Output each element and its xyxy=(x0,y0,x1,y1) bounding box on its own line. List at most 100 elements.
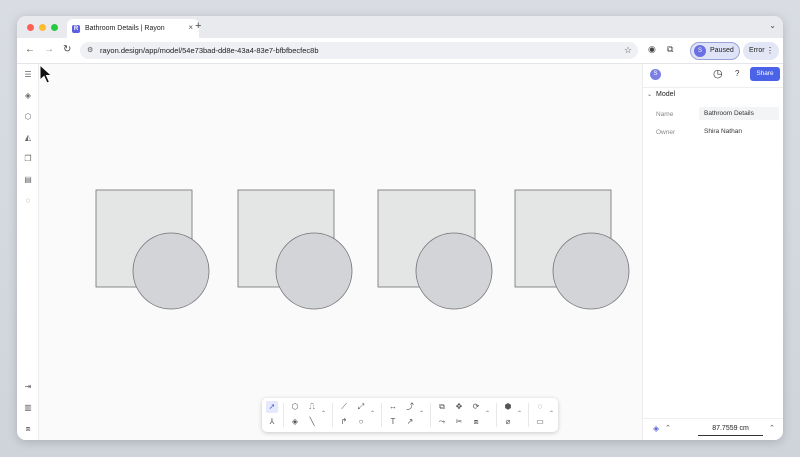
profile-status-label: Paused xyxy=(710,47,734,54)
cut-tool-icon[interactable]: ✂ xyxy=(453,416,465,428)
comment-icon[interactable]: ◌ xyxy=(22,195,34,207)
browser-window: R Bathroom Details | Rayon × + ⌄ ← → ↻ ⚙… xyxy=(17,16,783,440)
panel-divider xyxy=(643,87,783,88)
box-tool-icon[interactable]: ⬡ xyxy=(289,401,301,413)
mouse-cursor-icon xyxy=(39,64,53,84)
toolbar-divider xyxy=(283,403,284,427)
error-label: Error xyxy=(749,47,765,54)
chevron-down-icon: ⌄ xyxy=(647,92,653,98)
shape-group-1[interactable] xyxy=(95,189,210,310)
circle-shape[interactable] xyxy=(552,232,630,310)
toolbar-divider xyxy=(496,403,497,427)
scale-value[interactable]: 87.7559 cm xyxy=(698,422,763,436)
user-avatar[interactable]: S xyxy=(650,69,661,80)
library-icon[interactable]: ▥ xyxy=(22,402,34,414)
more-tools-chevron-icon[interactable]: ⌃ xyxy=(485,410,490,417)
dimension-tool-icon[interactable]: ↔ xyxy=(387,401,399,413)
rayon-app: ☰ ◈ ⬡ ◭ ❐ ▤ ◌ ⇥ ▥ ⧈ S ◷ ? Share ⌄ Model … xyxy=(17,64,783,440)
minimize-window-button[interactable] xyxy=(39,24,46,31)
navigation-bar: ← → ↻ ⚙ rayon.design/app/model/54e73bad-… xyxy=(17,38,783,64)
pages-icon[interactable]: ❐ xyxy=(22,153,34,165)
new-tab-button[interactable]: + xyxy=(195,20,201,32)
scale-bar: ◈ ⌃ 87.7559 cm ⌃ xyxy=(643,418,783,440)
line-tool-icon[interactable]: ⤢ xyxy=(355,401,367,413)
arrow-tool-icon[interactable]: ↗ xyxy=(404,416,416,428)
maximize-window-button[interactable] xyxy=(51,24,58,31)
more-tools-chevron-icon[interactable]: ⌃ xyxy=(517,410,522,417)
toolbar-divider xyxy=(332,403,333,427)
circle-shape[interactable] xyxy=(415,232,493,310)
rayon-logo-icon: R xyxy=(72,24,80,33)
text-path-tool-icon[interactable]: ⤴ xyxy=(404,401,416,413)
reload-button[interactable]: ↻ xyxy=(63,44,71,55)
drawing-toolbar: ➚ ⅄ ⬡ ⎍ ◈ ╲ ⌃ ⟋ ⤢ ↱ ○ ⌃ ↔ ⤴ T ↗ ⌃ ⧉ ✥ ⟳ … xyxy=(262,398,558,432)
more-tools-chevron-icon[interactable]: ⌃ xyxy=(549,410,554,417)
text-tool-icon[interactable]: T xyxy=(387,416,399,428)
name-label: Name xyxy=(656,111,674,118)
canvas-drawing xyxy=(95,189,630,310)
plane-tool-icon[interactable]: ◈ xyxy=(289,416,301,428)
copy-tool-icon[interactable]: ⧉ xyxy=(436,401,448,413)
door-tool-icon[interactable]: ⎍ xyxy=(306,401,318,413)
tab-search-icon[interactable]: ⌄ xyxy=(769,21,776,30)
properties-panel: S ◷ ? Share ⌄ Model Name Bathroom Details… xyxy=(642,64,783,440)
toolbar-divider xyxy=(528,403,529,427)
puzzle-extensions-icon[interactable]: ⧉ xyxy=(667,44,673,55)
address-bar[interactable]: ⚙ rayon.design/app/model/54e73bad-dd8e-4… xyxy=(80,42,638,59)
chevron-up-icon[interactable]: ⌃ xyxy=(665,424,671,432)
profile-paused-button[interactable]: S Paused xyxy=(690,42,740,60)
url-text: rayon.design/app/model/54e73bad-dd8e-43a… xyxy=(100,46,319,55)
shape-group-3[interactable] xyxy=(377,189,493,310)
name-field[interactable]: Bathroom Details xyxy=(699,107,779,120)
browser-tab[interactable]: R Bathroom Details | Rayon × xyxy=(67,19,199,38)
left-sidebar: ☰ ◈ ⬡ ◭ ❐ ▤ ◌ ⇥ ▥ ⧈ xyxy=(17,64,39,440)
owner-value: Shira Nathan xyxy=(704,128,742,135)
component-tool-icon[interactable]: ⬢ xyxy=(502,401,514,413)
more-tools-chevron-icon[interactable]: ⌃ xyxy=(419,410,424,417)
owner-label: Owner xyxy=(656,129,676,136)
error-button[interactable]: Error ⋮ xyxy=(743,42,779,60)
site-info-icon[interactable]: ⚙ xyxy=(87,42,93,59)
help-icon[interactable]: ? xyxy=(735,69,739,78)
table-icon[interactable]: ▤ xyxy=(22,174,34,186)
drawing-canvas[interactable] xyxy=(39,64,642,440)
toolbar-divider xyxy=(430,403,431,427)
move-tool-icon[interactable]: ✥ xyxy=(453,401,465,413)
forward-button[interactable]: → xyxy=(44,44,54,55)
collapse-icon[interactable]: ⇥ xyxy=(22,381,34,393)
shape-group-4[interactable] xyxy=(514,189,630,310)
wall-tool-icon[interactable]: ╲ xyxy=(306,416,318,428)
menu-icon[interactable]: ☰ xyxy=(22,69,34,81)
model-section-header[interactable]: ⌄ Model xyxy=(647,91,675,98)
close-window-button[interactable] xyxy=(27,24,34,31)
shape-group-2[interactable] xyxy=(237,189,353,310)
comment-tool-icon[interactable]: ◌ xyxy=(534,401,546,413)
arc-tool-icon[interactable]: ↱ xyxy=(338,416,350,428)
rotate-tool-icon[interactable]: ⟳ xyxy=(470,401,482,413)
close-tab-icon[interactable]: × xyxy=(188,23,193,32)
share-button[interactable]: Share xyxy=(750,67,780,81)
polyline-tool-icon[interactable]: ⟋ xyxy=(338,401,350,413)
extension-icon[interactable]: ◉ xyxy=(648,44,656,55)
measure-tool-icon[interactable]: ⅄ xyxy=(266,416,278,428)
stamp-tool-icon[interactable]: ▭ xyxy=(534,416,546,428)
select-tool-icon[interactable]: ➚ xyxy=(266,401,278,413)
toolbar-divider xyxy=(381,403,382,427)
circle-shape[interactable] xyxy=(132,232,210,310)
circle-tool-icon[interactable]: ○ xyxy=(355,416,367,428)
more-tools-chevron-icon[interactable]: ⌃ xyxy=(321,410,326,417)
bookmark-star-icon[interactable]: ☆ xyxy=(624,42,632,59)
history-icon[interactable]: ◷ xyxy=(713,67,723,80)
scale-chevron-up-icon[interactable]: ⌃ xyxy=(769,424,775,432)
paint-bucket-icon[interactable]: ◭ xyxy=(22,132,34,144)
back-button[interactable]: ← xyxy=(25,44,35,55)
snap-icon[interactable]: ◈ xyxy=(653,424,659,433)
trim-tool-icon[interactable]: ⤳ xyxy=(436,416,448,428)
offset-tool-icon[interactable]: ⧈ xyxy=(470,416,482,428)
circle-shape[interactable] xyxy=(275,232,353,310)
cube-icon[interactable]: ⬡ xyxy=(22,111,34,123)
material-tool-icon[interactable]: ⌀ xyxy=(502,416,514,428)
more-tools-chevron-icon[interactable]: ⌃ xyxy=(370,410,375,417)
layers-icon[interactable]: ◈ xyxy=(22,90,34,102)
assets-icon[interactable]: ⧈ xyxy=(22,423,34,435)
